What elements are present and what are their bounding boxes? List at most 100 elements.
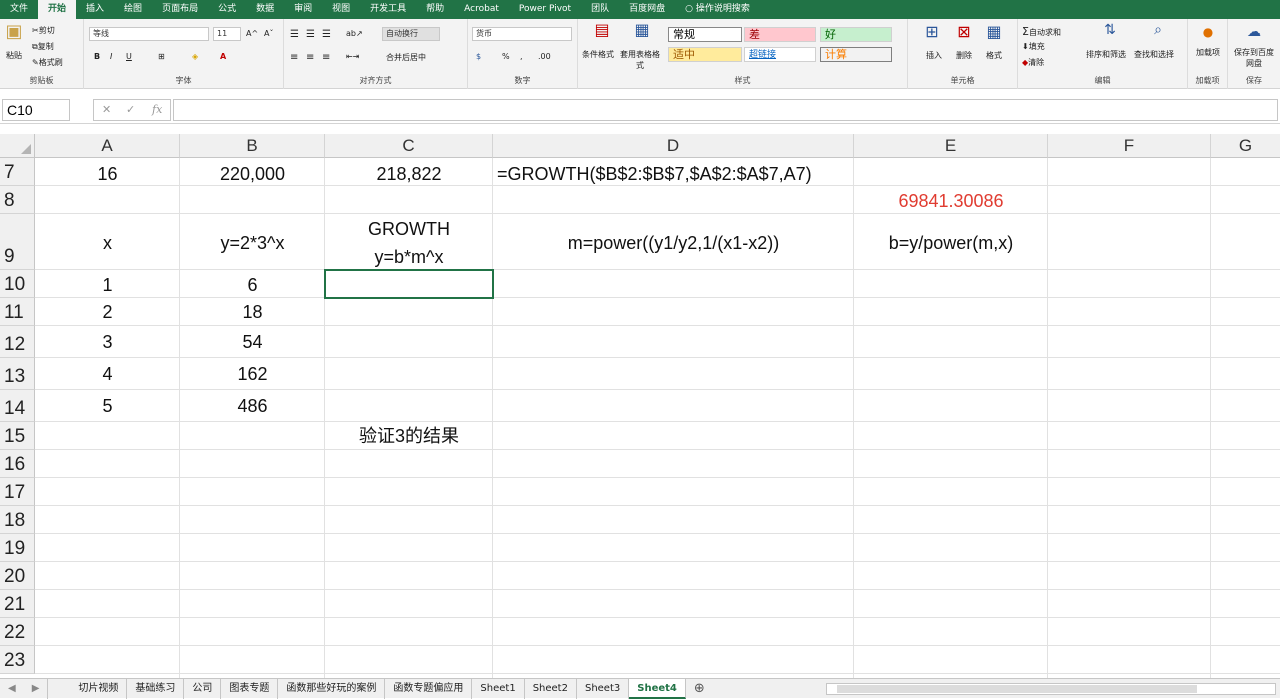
sort-filter-icon[interactable]: ⇅: [1100, 23, 1120, 37]
find-select-icon[interactable]: ⌕: [1148, 23, 1168, 37]
row-header-23[interactable]: 23: [0, 646, 35, 674]
cell-E9[interactable]: b=y/power(m,x): [854, 233, 1048, 254]
paste-button[interactable]: 粘贴: [6, 50, 22, 61]
align-right-icon[interactable]: ≡: [322, 52, 330, 63]
fill-button[interactable]: ⬇填充: [1022, 41, 1045, 52]
align-left-icon[interactable]: ≡: [290, 52, 298, 63]
cut-button[interactable]: ✂剪切: [32, 25, 55, 36]
tab-home[interactable]: 开始: [38, 0, 77, 19]
font-shrink-button[interactable]: Aˇ: [264, 29, 273, 38]
font-size-select[interactable]: 11: [213, 27, 241, 41]
sheet-tab-1[interactable]: 基础练习: [127, 678, 185, 699]
row-header-11[interactable]: 11: [0, 298, 35, 326]
font-name-select[interactable]: 等线: [89, 27, 209, 41]
tab-baidu-netdisk[interactable]: 百度网盘: [619, 0, 675, 19]
cell-B9[interactable]: y=2*3^x: [180, 233, 325, 254]
cell-C15[interactable]: 验证3的结果: [325, 426, 493, 447]
col-header-F[interactable]: F: [1048, 134, 1211, 158]
format-cells-icon[interactable]: ▦: [984, 24, 1004, 40]
tab-developer[interactable]: 开发工具: [360, 0, 416, 19]
style-normal[interactable]: 常规: [668, 27, 742, 42]
clear-button[interactable]: ◆清除: [1022, 57, 1044, 68]
sheet-tab-0[interactable]: 切片视频: [70, 678, 128, 699]
formula-input[interactable]: [173, 99, 1278, 121]
decimal-icon[interactable]: .00: [538, 52, 551, 61]
style-neutral[interactable]: 适中: [668, 47, 742, 62]
paste-icon[interactable]: ▣: [4, 23, 24, 41]
sheet-tab-3[interactable]: 图表专题: [221, 678, 279, 699]
table-format-button[interactable]: 套用表格格式: [620, 49, 660, 71]
function-icon[interactable]: fx: [152, 100, 162, 120]
row-header-21[interactable]: 21: [0, 590, 35, 618]
font-color-icon[interactable]: A: [220, 52, 226, 61]
row-header-17[interactable]: 17: [0, 478, 35, 506]
border-icon[interactable]: ⊞: [158, 52, 165, 61]
cloud-save-icon[interactable]: ☁: [1244, 25, 1264, 39]
cell-C9-line2[interactable]: y=b*m^x: [325, 247, 493, 268]
bold-button[interactable]: B: [94, 52, 100, 61]
conditional-format-button[interactable]: 条件格式: [582, 49, 614, 60]
cell-B13[interactable]: 162: [180, 364, 325, 385]
cell-A10[interactable]: 1: [35, 275, 180, 296]
sheet-tab-7[interactable]: Sheet2: [525, 678, 577, 699]
format-painter-button[interactable]: ✎格式刷: [32, 57, 63, 68]
tab-power-pivot[interactable]: Power Pivot: [509, 0, 581, 19]
format-cells-button[interactable]: 格式: [986, 50, 1002, 61]
row-header-20[interactable]: 20: [0, 562, 35, 590]
row-header-10[interactable]: 10: [0, 270, 35, 298]
sheet-prev-icon[interactable]: ◀: [0, 679, 24, 699]
row-header-18[interactable]: 18: [0, 506, 35, 534]
scrollbar-thumb[interactable]: [837, 684, 1197, 693]
cell-B7[interactable]: 220,000: [180, 164, 325, 185]
row-header-14[interactable]: 14: [0, 390, 35, 422]
insert-cells-icon[interactable]: ⊞: [922, 24, 942, 40]
row-header-12[interactable]: 12: [0, 326, 35, 358]
cancel-icon[interactable]: ✕: [102, 100, 111, 120]
cell-A13[interactable]: 4: [35, 364, 180, 385]
save-netdisk-button[interactable]: 保存到百度网盘: [1232, 47, 1276, 69]
comma-button[interactable]: ,: [520, 52, 523, 61]
select-all-corner[interactable]: [0, 134, 35, 158]
tab-acrobat[interactable]: Acrobat: [454, 0, 509, 19]
font-grow-button[interactable]: A^: [246, 29, 258, 38]
delete-cells-button[interactable]: 删除: [956, 50, 972, 61]
find-select-button[interactable]: 查找和选择: [1134, 49, 1174, 60]
addins-button[interactable]: 加载项: [1192, 47, 1224, 58]
cell-A14[interactable]: 5: [35, 396, 180, 417]
merge-center-button[interactable]: 合并后居中: [386, 52, 426, 63]
sheet-tab-4[interactable]: 函数那些好玩的案例: [278, 678, 386, 699]
sort-filter-button[interactable]: 排序和筛选: [1086, 49, 1126, 60]
cell-D7[interactable]: =GROWTH($B$2:$B$7,$A$2:$A$7,A7): [497, 164, 812, 185]
sheet-next-icon[interactable]: ▶: [24, 678, 49, 699]
style-good[interactable]: 好: [820, 27, 892, 42]
cell-B12[interactable]: 54: [180, 332, 325, 353]
tab-view[interactable]: 视图: [322, 0, 360, 19]
col-header-B[interactable]: B: [180, 134, 325, 158]
enter-icon[interactable]: ✓: [126, 100, 135, 120]
tell-me-search[interactable]: ○ 操作说明搜索: [675, 0, 760, 19]
fill-color-icon[interactable]: ◈: [192, 52, 198, 61]
tab-insert[interactable]: 插入: [76, 0, 114, 19]
row-header-9[interactable]: 9: [0, 214, 35, 270]
align-middle-icon[interactable]: ☰: [306, 29, 315, 40]
wrap-text-button[interactable]: 自动换行: [382, 27, 440, 41]
cell-E8[interactable]: 69841.30086: [854, 191, 1048, 212]
percent-button[interactable]: %: [502, 52, 510, 61]
sheet-tab-8[interactable]: Sheet3: [577, 678, 630, 699]
cell-A7[interactable]: 16: [35, 164, 180, 185]
tab-review[interactable]: 审阅: [284, 0, 322, 19]
col-header-D[interactable]: D: [493, 134, 854, 158]
row-header-8[interactable]: 8: [0, 186, 35, 214]
style-hyperlink[interactable]: 超链接: [744, 47, 816, 62]
sheet-tab-5[interactable]: 函数专题偏应用: [385, 678, 473, 699]
orientation-icon[interactable]: ab↗: [346, 29, 363, 38]
sheet-tab-6[interactable]: Sheet1: [472, 678, 525, 699]
col-header-A[interactable]: A: [35, 134, 180, 158]
row-header-13[interactable]: 13: [0, 358, 35, 390]
indent-icon[interactable]: ⇤⇥: [346, 52, 359, 61]
number-format-select[interactable]: 货币: [472, 27, 572, 41]
cell-C7[interactable]: 218,822: [325, 164, 493, 185]
tab-help[interactable]: 帮助: [416, 0, 454, 19]
tab-page-layout[interactable]: 页面布局: [152, 0, 208, 19]
tab-formulas[interactable]: 公式: [208, 0, 246, 19]
